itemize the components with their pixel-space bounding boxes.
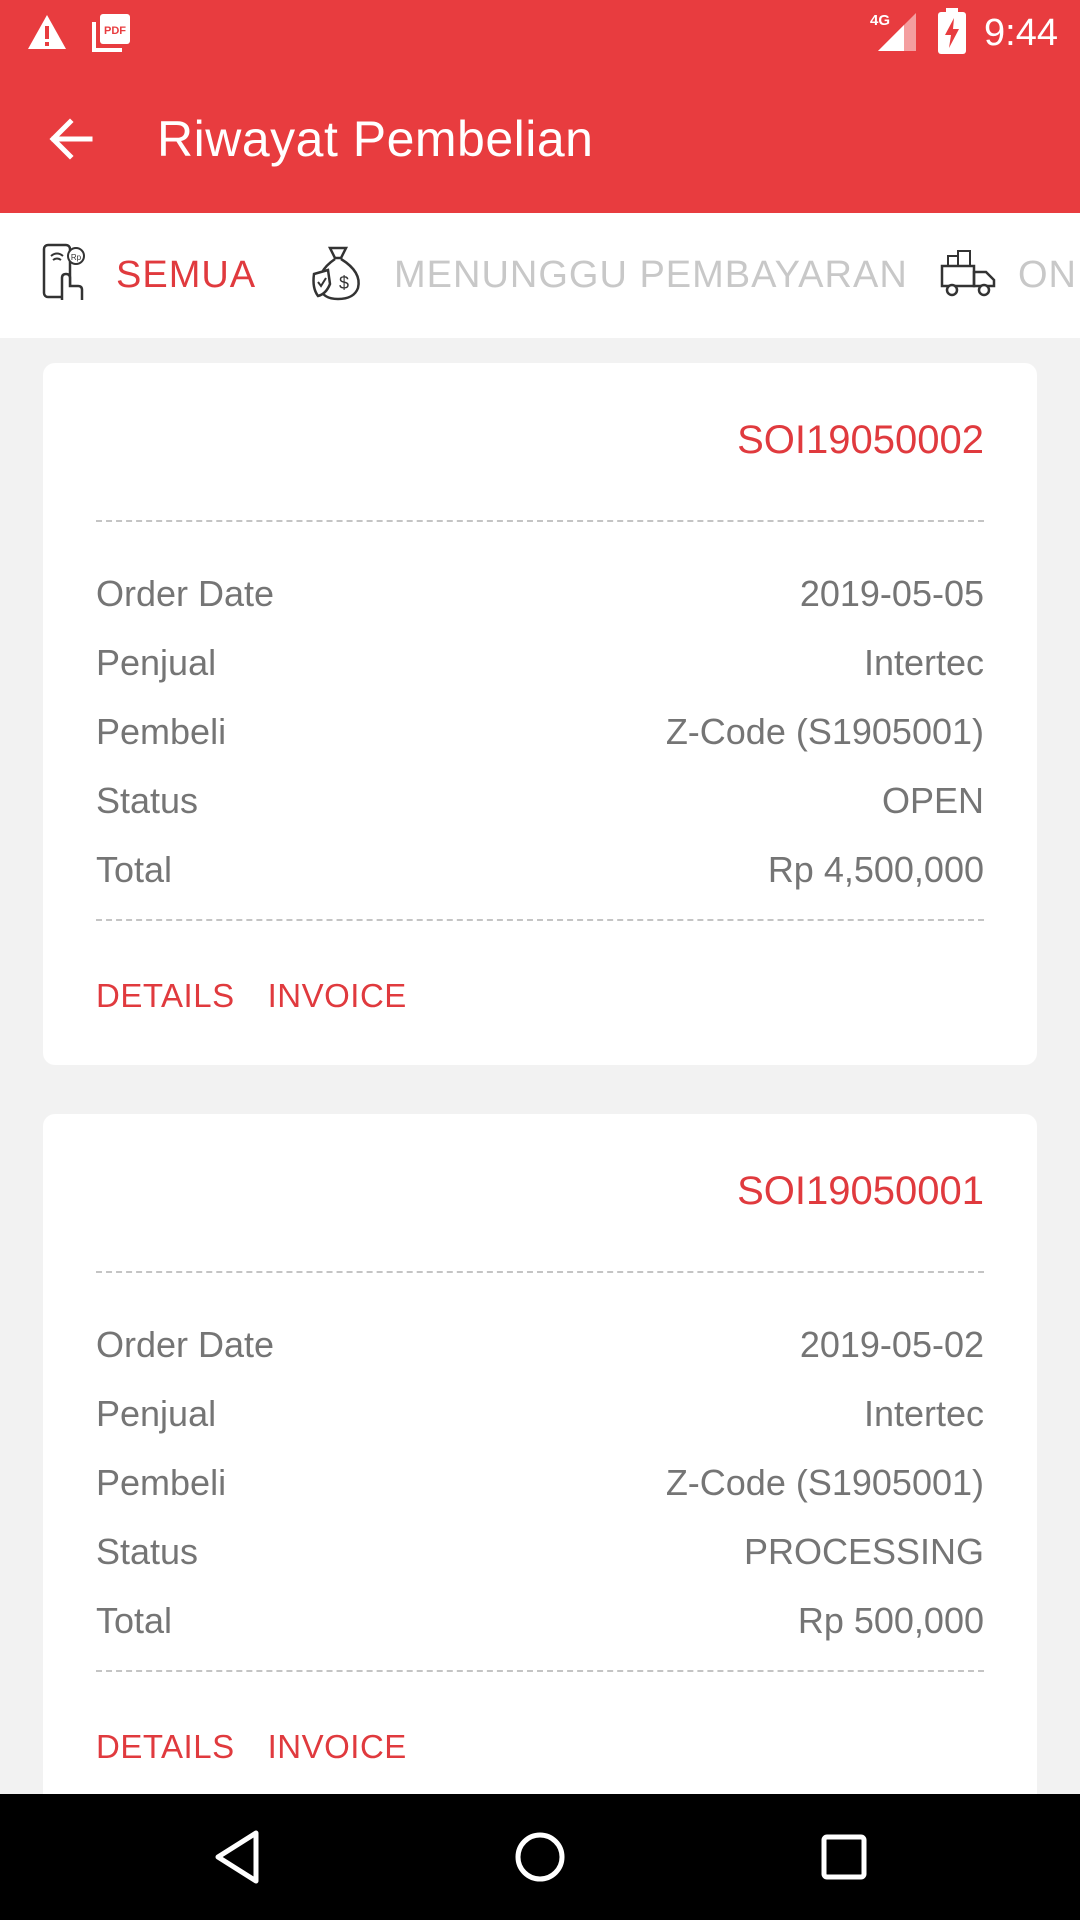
home-circle-icon[interactable]: [512, 1829, 568, 1890]
order-number: SOI19050002: [737, 418, 984, 462]
seller-row: Penjual Intertec: [96, 642, 984, 692]
pdf-icon: PDF: [92, 12, 132, 57]
phone-payment-icon: Rp: [40, 242, 92, 309]
row-label: Total: [96, 1600, 173, 1641]
total-row: Total Rp 4,500,000: [96, 849, 984, 899]
order-card: SOI19050002 Order Date 2019-05-05 Penjua…: [43, 363, 1037, 1065]
back-triangle-icon[interactable]: [212, 1829, 262, 1890]
page-title: Riwayat Pembelian: [157, 111, 594, 167]
arrow-back-icon[interactable]: [46, 114, 96, 164]
row-value: PROCESSING: [743, 1531, 984, 1572]
row-label: Order Date: [96, 573, 275, 614]
order-number: SOI19050001: [737, 1169, 984, 1213]
invoice-button[interactable]: INVOICE: [268, 977, 407, 1015]
tab-label: ON: [1018, 254, 1077, 296]
total-row: Total Rp 500,000: [96, 1600, 984, 1650]
status-bar: PDF 4G 9:44: [0, 0, 1080, 66]
warning-icon: [26, 13, 68, 56]
status-row: Status OPEN: [96, 780, 984, 830]
order-date-row: Order Date 2019-05-02: [96, 1324, 984, 1374]
svg-text:Rp: Rp: [71, 253, 82, 262]
row-label: Order Date: [96, 1324, 275, 1365]
row-value: 2019-05-05: [799, 573, 984, 614]
row-value: Intertec: [863, 642, 984, 683]
svg-text:$: $: [339, 273, 349, 293]
row-label: Penjual: [96, 1393, 217, 1434]
card-actions: DETAILS INVOICE: [96, 1728, 407, 1766]
tab-semua[interactable]: Rp SEMUA: [40, 213, 256, 338]
row-label: Total: [96, 849, 173, 890]
battery-charging-icon: [938, 8, 967, 59]
card-actions: DETAILS INVOICE: [96, 977, 407, 1015]
divider: [96, 1271, 984, 1273]
tab-label: MENUNGGU PEMBAYARAN: [394, 254, 908, 296]
money-bag-icon: $: [310, 244, 366, 307]
pdf-icon-label: PDF: [104, 25, 126, 37]
tab-menunggu-pembayaran[interactable]: $ MENUNGGU PEMBAYARAN: [310, 213, 908, 338]
row-value: 2019-05-02: [799, 1324, 984, 1365]
recents-square-icon[interactable]: [818, 1829, 872, 1890]
row-value: Intertec: [863, 1393, 984, 1434]
order-date-row: Order Date 2019-05-05: [96, 573, 984, 623]
buyer-row: Pembeli Z-Code (S1905001): [96, 1462, 984, 1512]
delivery-truck-icon: [940, 248, 996, 303]
tab-on[interactable]: ON: [940, 213, 1077, 338]
row-label: Pembeli: [96, 1462, 227, 1503]
row-label: Pembeli: [96, 711, 227, 752]
system-nav-bar: [0, 1794, 1080, 1920]
seller-row: Penjual Intertec: [96, 1393, 984, 1443]
network-type: 4G: [870, 12, 890, 29]
tab-bar: Rp SEMUA $ MENUNGGU PEMBAYARAN ON: [0, 213, 1080, 338]
details-button[interactable]: DETAILS: [96, 1728, 235, 1766]
order-list: SOI19050002 Order Date 2019-05-05 Penjua…: [0, 338, 1080, 1794]
order-card: SOI19050001 Order Date 2019-05-02 Penjua…: [43, 1114, 1037, 1794]
app-bar: Riwayat Pembelian: [0, 66, 1080, 213]
buyer-row: Pembeli Z-Code (S1905001): [96, 711, 984, 761]
row-label: Status: [96, 780, 199, 821]
divider: [96, 520, 984, 522]
details-button[interactable]: DETAILS: [96, 977, 235, 1015]
divider: [96, 919, 984, 921]
invoice-button[interactable]: INVOICE: [268, 1728, 407, 1766]
row-value: Rp 500,000: [797, 1600, 984, 1641]
divider: [96, 1670, 984, 1672]
row-value: Z-Code (S1905001): [665, 711, 984, 752]
row-value: Rp 4,500,000: [767, 849, 984, 890]
tab-label: SEMUA: [116, 254, 257, 296]
row-label: Penjual: [96, 642, 217, 683]
signal-icon: 4G: [870, 9, 920, 58]
row-value: Z-Code (S1905001): [665, 1462, 984, 1503]
row-value: OPEN: [881, 780, 984, 821]
status-row: Status PROCESSING: [96, 1531, 984, 1581]
row-label: Status: [96, 1531, 199, 1572]
clock: 9:44: [984, 12, 1058, 54]
